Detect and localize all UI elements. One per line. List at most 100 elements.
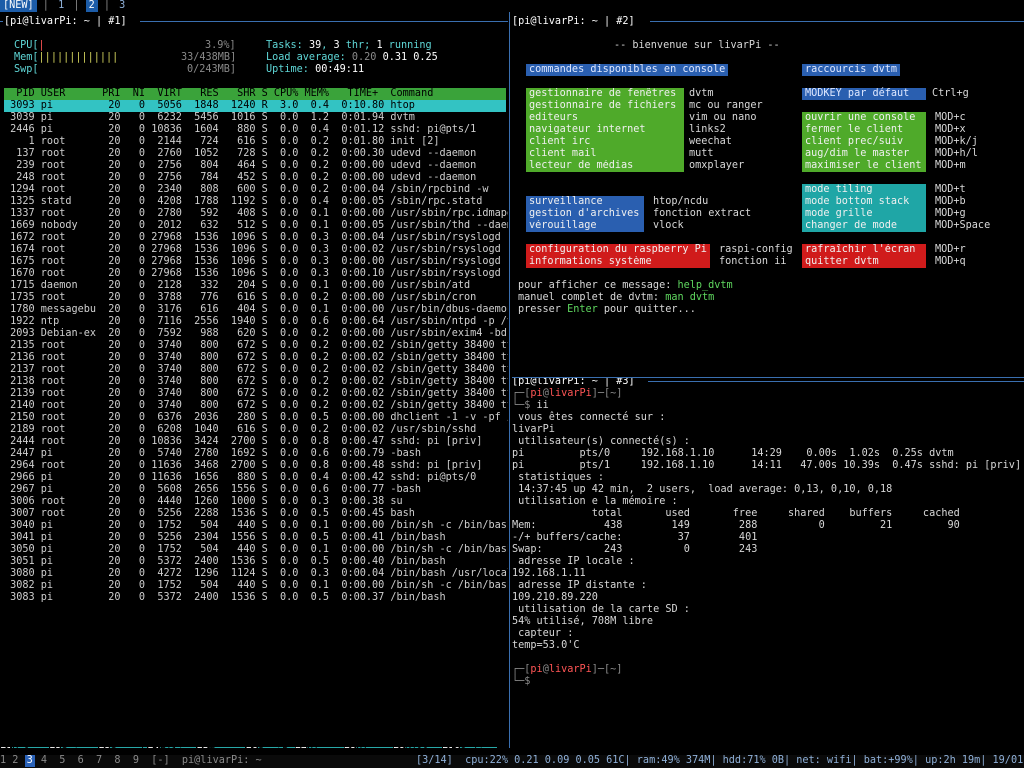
function-key-label[interactable]: Search	[110, 747, 148, 748]
load-average: Load average: 0.20 0.31 0.25	[266, 52, 438, 63]
process-row[interactable]: 3040 pi 20 0 1752 504 440 S 0.0 0.1 0:00…	[4, 520, 508, 532]
console-tool-label: surveillance	[529, 196, 603, 207]
process-row[interactable]: 2444 root 20 0 10836 3424 2700 S 0.0 0.8…	[4, 436, 506, 448]
process-row[interactable]: 3050 pi 20 0 1752 504 440 S 0.0 0.1 0:00…	[4, 544, 508, 556]
process-row[interactable]: 1715 daemon 20 0 2128 332 204 S 0.0 0.1 …	[4, 280, 506, 292]
process-row[interactable]: 2139 root 20 0 3740 800 672 S 0.0 0.2 0:…	[4, 388, 508, 400]
dvtm-action-label: aug/dim le master	[805, 148, 910, 159]
process-row[interactable]: 2138 root 20 0 3740 800 672 S 0.0 0.2 0:…	[4, 376, 508, 388]
process-row[interactable]: 2446 pi 20 0 10836 1604 880 S 0.0 0.4 0:…	[4, 124, 506, 136]
shell-prompt: ┌─[pi@livarPi]─[~]	[512, 388, 623, 399]
process-row[interactable]: 1674 root 20 0 27968 1536 1096 S 0.0 0.3…	[4, 244, 508, 256]
process-row[interactable]: 1735 root 20 0 3788 776 616 S 0.0 0.2 0:…	[4, 292, 506, 304]
process-row[interactable]: 3039 pi 20 0 6232 5456 1016 S 0.0 1.2 0:…	[4, 112, 506, 124]
process-row[interactable]: 3041 pi 20 0 5256 2304 1556 S 0.0 0.5 0:…	[4, 532, 506, 544]
workspace-1[interactable]: 1	[0, 755, 6, 766]
shell-input-line[interactable]: └─$	[512, 676, 537, 688]
shell-command-line[interactable]: └─$ ii	[512, 400, 549, 412]
process-row[interactable]: 3083 pi 20 0 5372 2400 1536 S 0.0 0.5 0:…	[4, 592, 506, 604]
process-row[interactable]: 1669 nobody 20 0 2012 632 512 S 0.0 0.1 …	[4, 220, 508, 232]
function-key-label[interactable]: Nice +	[355, 747, 393, 748]
process-row[interactable]: 1294 root 20 0 2340 808 600 S 0.0 0.2 0:…	[4, 184, 506, 196]
function-key-label[interactable]: SortBy	[257, 747, 295, 748]
function-key-label[interactable]: Tree	[208, 747, 246, 748]
dvtm-action-label: client prec/suiv	[805, 136, 904, 147]
tab-3[interactable]: 3	[116, 0, 128, 12]
tab-2[interactable]: 2	[85, 0, 98, 12]
process-row[interactable]: 3006 root 20 0 4440 1260 1000 S 0.0 0.3 …	[4, 496, 506, 508]
dvtm-help-pane[interactable]: [pi@livarPi: ~ | #2] -- bienvenue sur li…	[512, 12, 1024, 378]
function-key-label[interactable]: Help	[12, 747, 50, 748]
process-row[interactable]: 1325 statd 20 0 4208 1788 1192 S 0.0 0.4…	[4, 196, 506, 208]
dvtm-shortcut-key: MOD+b	[935, 196, 966, 207]
console-tool-command: htop/ncdu	[653, 196, 709, 207]
dvtm-shortcut-key: MOD+q	[935, 256, 966, 267]
process-row[interactable]: 2447 pi 20 0 5740 2780 1692 S 0.0 0.6 0:…	[4, 448, 506, 460]
function-key-label[interactable]: Setup	[61, 747, 99, 748]
process-row[interactable]: 248 root 20 0 2756 784 452 S 0.0 0.2 0:0…	[4, 172, 506, 184]
process-row[interactable]: 3007 root 20 0 5256 2288 1536 S 0.0 0.5 …	[4, 508, 506, 520]
ip-local-value: 192.168.1.11	[512, 568, 586, 579]
process-row[interactable]: 3051 pi 20 0 5372 2400 1536 S 0.0 0.5 0:…	[4, 556, 506, 568]
process-row[interactable]: 1672 root 20 0 27968 1536 1096 S 0.0 0.3…	[4, 232, 508, 244]
new-tab-button[interactable]: [NEW]	[0, 0, 37, 12]
shell-pane[interactable]: [pi@livarPi: ~ | #3] ┌─[pi@livarPi]─[~] …	[512, 378, 1024, 748]
process-row[interactable]: 2967 pi 20 0 5608 2656 1556 S 0.0 0.6 0:…	[4, 484, 506, 496]
console-system-group: configuration du raspberry Pi information…	[526, 244, 710, 268]
shell-prompt: ┌─[pi@livarPi]─[~]	[512, 664, 623, 675]
function-key-label[interactable]: Filter	[159, 747, 197, 748]
process-row[interactable]: 2966 pi 20 0 11636 1656 880 S 0.0 0.4 0:…	[4, 472, 506, 484]
console-app-label: client mail	[529, 148, 597, 159]
console-tool-label: vérouillage	[529, 220, 597, 231]
console-system-label: informations système	[529, 256, 652, 267]
process-row[interactable]: 2093 Debian-ex 20 0 7592 988 620 S 0.0 0…	[4, 328, 507, 340]
dvtm-shortcut-key: MOD+r	[935, 244, 966, 255]
function-key-label[interactable]: Nice -	[306, 747, 344, 748]
process-row[interactable]: 3080 pi 20 0 4272 1296 1124 S 0.0 0.3 0:…	[4, 568, 508, 580]
process-row[interactable]: 1670 root 20 0 27968 1536 1096 S 0.0 0.3…	[4, 268, 508, 280]
workspace-list[interactable]: 4 5 6 7 8 9 [-] pi@livarPi: ~	[35, 755, 262, 766]
users-label: utilisateur(s) connecté(s) :	[512, 436, 690, 447]
workspace-2[interactable]: 2	[12, 755, 18, 766]
process-table-header[interactable]: PID USER PRI NI VIRT RES SHR S CPU% MEM%…	[4, 88, 506, 100]
tab-1[interactable]: 1	[55, 0, 67, 12]
process-row[interactable]: 2137 root 20 0 3740 800 672 S 0.0 0.2 0:…	[4, 364, 508, 376]
function-key-label[interactable]: Quit	[460, 747, 498, 748]
connected-value: livarPi	[512, 424, 555, 435]
process-row[interactable]: 1675 root 20 0 27968 1536 1096 S 0.0 0.3…	[4, 256, 508, 268]
dvtm-misc-label: quitter dvtm	[805, 256, 879, 267]
console-app-command: mutt	[689, 148, 714, 159]
function-key: F10	[442, 747, 460, 748]
memory-header: total used free shared buffers cached	[512, 508, 960, 519]
status-bar: 1 2 3 4 5 6 7 8 9 [-] pi@livarPi: ~ [3/14…	[0, 755, 1024, 768]
process-row[interactable]: 2135 root 20 0 3740 800 672 S 0.0 0.2 0:…	[4, 340, 508, 352]
dvtm-layout-label: mode tiling	[805, 184, 873, 195]
pane-title: [pi@livarPi: ~ | #1]	[4, 16, 127, 27]
function-key: F6	[245, 747, 257, 748]
process-row[interactable]: 3093 pi 20 0 5056 1848 1240 R 3.0 0.4 0:…	[4, 100, 506, 112]
console-tools-commands: htop/ncdu fonction extract vlock	[650, 196, 751, 232]
function-key: F2	[49, 747, 61, 748]
process-row[interactable]: 1780 messagebu 20 0 3176 616 404 S 0.0 0…	[4, 304, 508, 316]
ip-remote-value: 109.210.89.220	[512, 592, 598, 603]
process-row[interactable]: 1922 ntp 20 0 7116 2556 1940 S 0.0 0.6 0…	[4, 316, 508, 328]
workspace-3-active[interactable]: 3	[24, 755, 35, 767]
ip-local-label: adresse IP locale :	[512, 556, 635, 567]
process-row[interactable]: 2140 root 20 0 3740 800 672 S 0.0 0.2 0:…	[4, 400, 508, 412]
process-row[interactable]: 2189 root 20 0 6208 1040 616 S 0.0 0.2 0…	[4, 424, 506, 436]
htop-pane[interactable]: [pi@livarPi: ~ | #1] CPU[| 3.9%] Mem[|||…	[0, 12, 508, 748]
dvtm-shortcut-key: MOD+c	[935, 112, 966, 123]
section-dvtm-header: raccourcis dvtm	[802, 64, 901, 76]
process-row[interactable]: 1337 root 20 0 2780 592 408 S 0.0 0.1 0:…	[4, 208, 508, 220]
function-key-label[interactable]: Kill	[405, 747, 442, 748]
process-row[interactable]: 3082 pi 20 0 1752 504 440 S 0.0 0.1 0:00…	[4, 580, 508, 592]
process-row[interactable]: 1 root 20 0 2144 724 616 S 0.0 0.2 0:01.…	[4, 136, 506, 148]
process-row[interactable]: 2964 root 20 0 11636 3468 2700 S 0.0 0.8…	[4, 460, 506, 472]
process-row[interactable]: 137 root 20 0 2760 1052 728 S 0.0 0.2 0:…	[4, 148, 506, 160]
process-row[interactable]: 239 root 20 0 2756 804 464 S 0.0 0.2 0:0…	[4, 160, 506, 172]
sensor-value: temp=53.0'C	[512, 640, 580, 651]
process-row[interactable]: 2136 root 20 0 3740 800 672 S 0.0 0.2 0:…	[4, 352, 508, 364]
tasks-summary: Tasks: 39, 3 thr; 1 running	[266, 40, 432, 51]
process-row[interactable]: 2150 root 20 0 6376 2036 280 S 0.0 0.5 0…	[4, 412, 508, 424]
swap-meter: Swp[	[14, 64, 39, 75]
